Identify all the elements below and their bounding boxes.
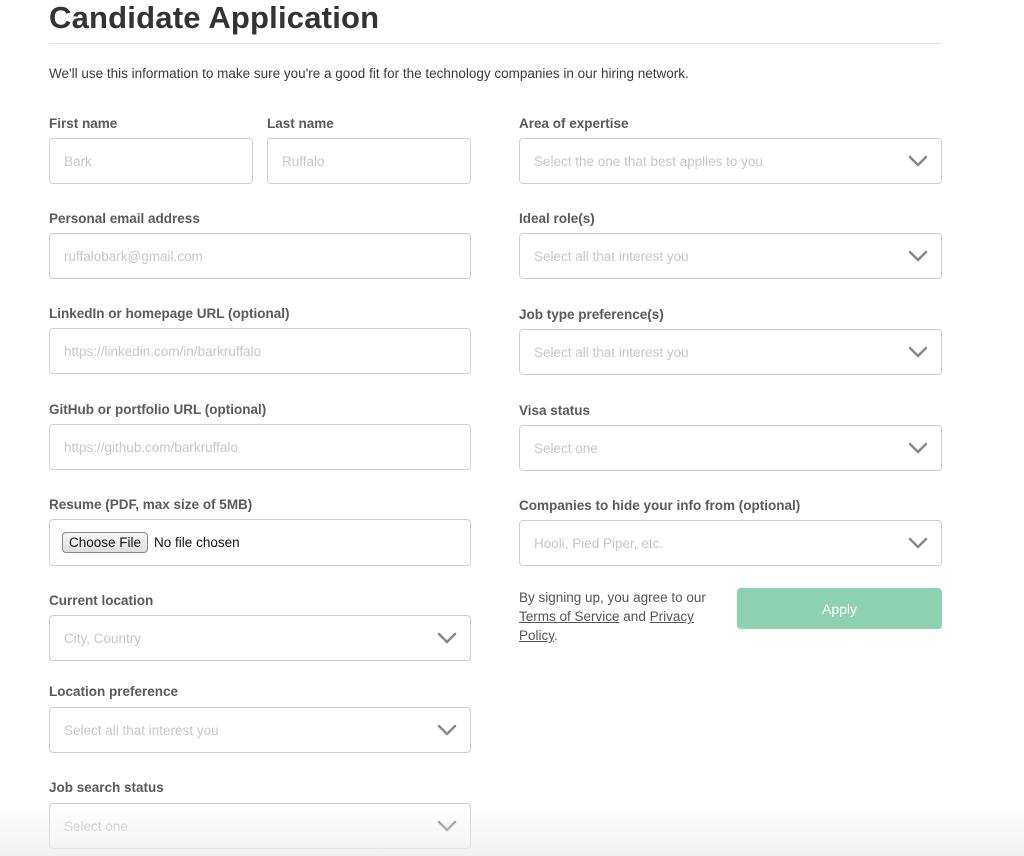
linkedin-url-field[interactable]: https://linkedin.com/in/barkruffalo — [49, 328, 471, 374]
github-url-field[interactable]: https://github.com/barkruffalo — [49, 424, 471, 470]
chevron-down-icon — [908, 155, 928, 167]
resume-label: Resume (PDF, max size of 5MB) — [49, 497, 253, 512]
expertise-placeholder: Select the one that best applies to you — [534, 153, 763, 169]
chevron-down-icon — [437, 724, 457, 736]
github-label: GitHub or portfolio URL (optional) — [49, 402, 267, 417]
privacy-policy-link-part2[interactable]: Policy — [519, 628, 554, 643]
last-name-label: Last name — [267, 116, 334, 131]
terms-suffix: . — [554, 628, 558, 643]
privacy-policy-link-part1[interactable]: Privacy — [650, 609, 694, 624]
title-divider — [49, 43, 942, 44]
terms-and: and — [623, 609, 646, 624]
resume-upload-field: Choose File No file chosen — [49, 519, 471, 566]
ideal-roles-label: Ideal role(s) — [519, 211, 595, 226]
visa-status-label: Visa status — [519, 403, 591, 418]
chevron-down-icon — [908, 250, 928, 262]
visa-status-placeholder: Select one — [534, 440, 598, 456]
first-name-placeholder: Bark — [64, 153, 92, 169]
linkedin-label: LinkedIn or homepage URL (optional) — [49, 306, 290, 321]
job-search-status-select[interactable]: Select one — [49, 803, 471, 849]
expertise-label: Area of expertise — [519, 116, 629, 131]
email-placeholder: ruffalobark@gmail.com — [64, 248, 203, 264]
email-field[interactable]: ruffalobark@gmail.com — [49, 233, 471, 279]
location-preference-label: Location preference — [49, 684, 179, 699]
terms-prefix: By signing up, you agree to our — [519, 590, 706, 605]
terms-of-service-link[interactable]: Terms of Service — [519, 609, 620, 624]
github-placeholder: https://github.com/barkruffalo — [64, 439, 238, 455]
location-preference-placeholder: Select all that interest you — [64, 722, 219, 738]
hide-companies-select[interactable]: Hooli, Pied Piper, etc. — [519, 520, 942, 566]
current-location-placeholder: City, Country — [64, 630, 142, 646]
file-status-text: No file chosen — [154, 535, 240, 550]
page-title: Candidate Application — [49, 0, 380, 35]
first-name-label: First name — [49, 116, 118, 131]
chevron-down-icon — [908, 537, 928, 549]
expertise-select[interactable]: Select the one that best applies to you — [519, 138, 942, 184]
visa-status-select[interactable]: Select one — [519, 425, 942, 471]
job-search-status-label: Job search status — [49, 780, 164, 795]
ideal-roles-placeholder: Select all that interest you — [534, 248, 689, 264]
job-type-select[interactable]: Select all that interest you — [519, 329, 942, 375]
email-label: Personal email address — [49, 211, 200, 226]
chevron-down-icon — [908, 442, 928, 454]
chevron-down-icon — [437, 632, 457, 644]
chevron-down-icon — [908, 346, 928, 358]
current-location-select[interactable]: City, Country — [49, 615, 471, 661]
last-name-field[interactable]: Ruffalo — [267, 138, 471, 184]
hide-companies-placeholder: Hooli, Pied Piper, etc. — [534, 535, 664, 551]
terms-notice: By signing up, you agree to our Terms of… — [519, 588, 724, 645]
first-name-field[interactable]: Bark — [49, 138, 253, 184]
intro-text: We'll use this information to make sure … — [49, 66, 689, 81]
last-name-placeholder: Ruffalo — [282, 153, 325, 169]
chevron-down-icon — [437, 820, 457, 832]
current-location-label: Current location — [49, 593, 154, 608]
location-preference-select[interactable]: Select all that interest you — [49, 707, 471, 753]
ideal-roles-select[interactable]: Select all that interest you — [519, 233, 942, 279]
job-type-label: Job type preference(s) — [519, 307, 664, 322]
hide-companies-label: Companies to hide your info from (option… — [519, 498, 801, 513]
apply-button[interactable]: Apply — [737, 588, 942, 629]
choose-file-button[interactable]: Choose File — [62, 532, 149, 553]
job-search-status-placeholder: Select one — [64, 818, 128, 834]
job-type-placeholder: Select all that interest you — [534, 344, 689, 360]
linkedin-placeholder: https://linkedin.com/in/barkruffalo — [64, 343, 262, 359]
